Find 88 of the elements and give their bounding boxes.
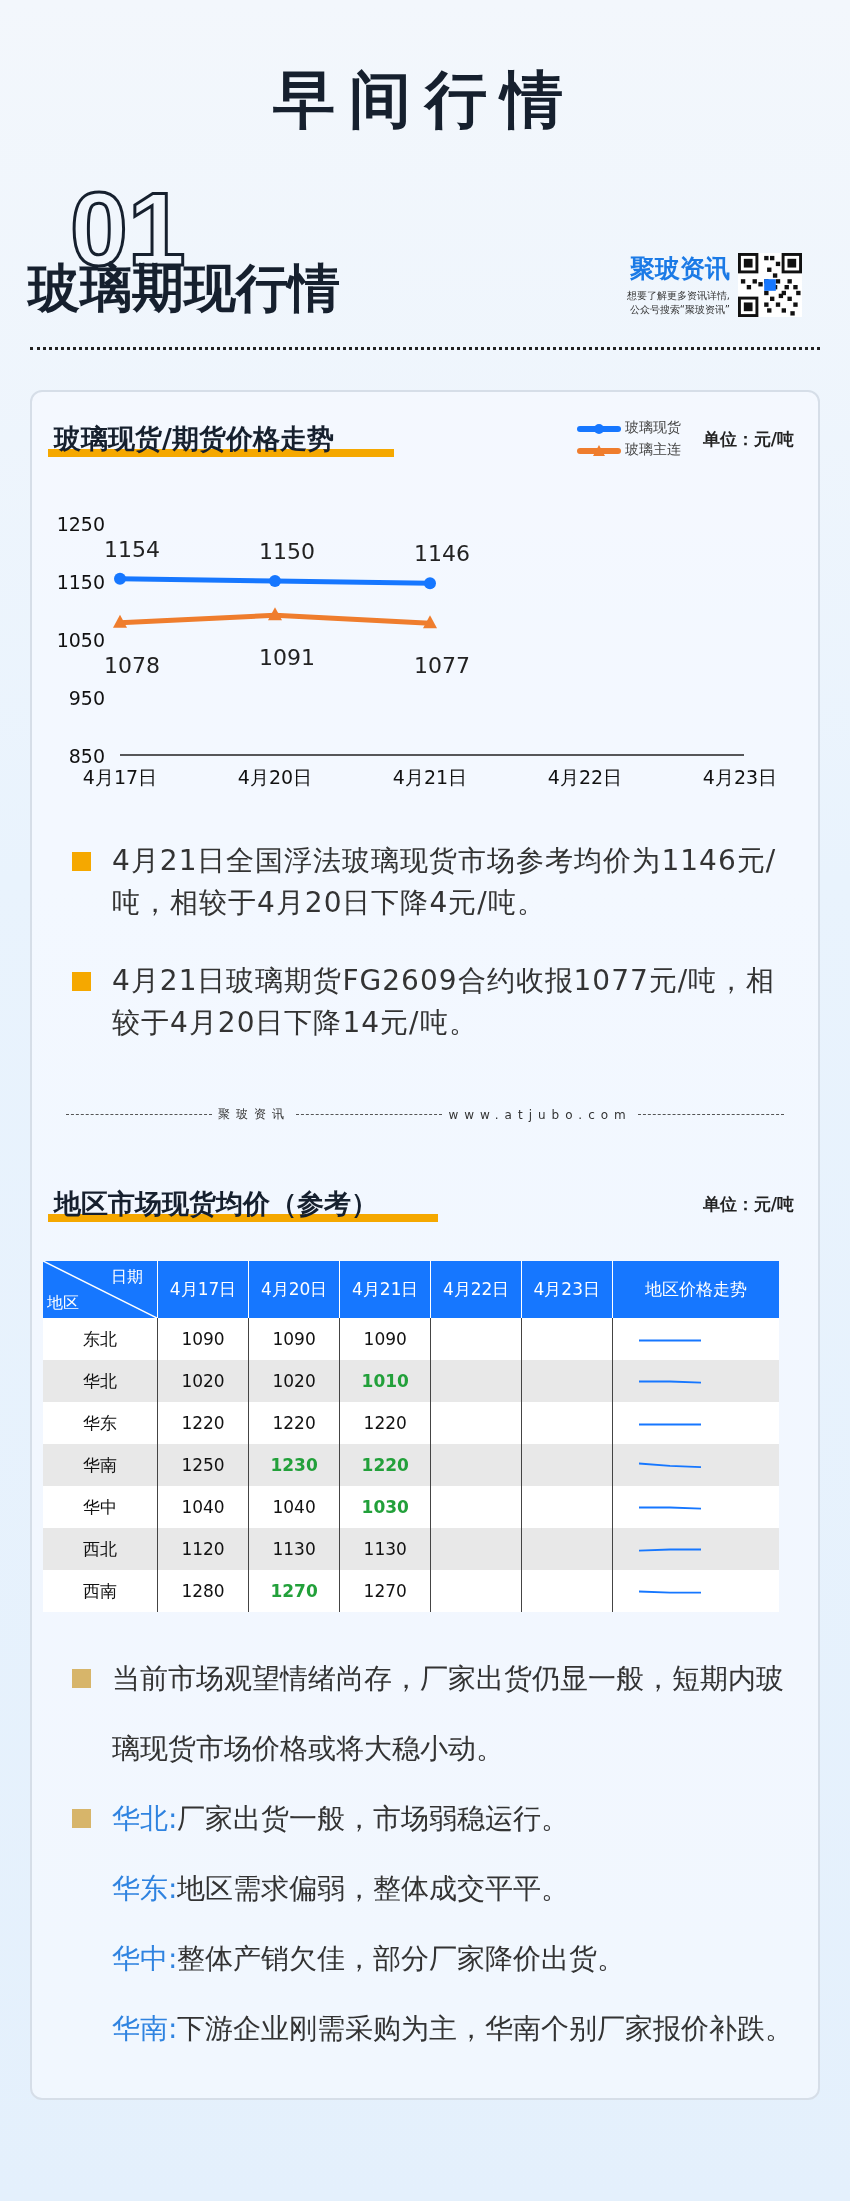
sparkline: [637, 1547, 702, 1552]
unit-label: 单位：元/吨: [702, 1192, 794, 1216]
x-tick-label: 4月23日: [702, 766, 778, 788]
column-header: 4月23日: [521, 1261, 613, 1318]
region-note: 华东:地区需求偏弱，整体成交平平。: [112, 1871, 570, 1907]
x-tick-label: 4月20日: [237, 766, 313, 788]
brand-name: 聚玻资讯: [630, 253, 730, 285]
data-point: [113, 614, 127, 628]
region-cell: 华中: [43, 1486, 158, 1528]
table-cell: 1040: [248, 1486, 340, 1528]
table-cell: 1130: [339, 1528, 431, 1570]
table-cell: 1130: [248, 1528, 340, 1570]
sparkline: [637, 1379, 702, 1384]
data-label: 1091: [259, 645, 315, 671]
region-cell: 西北: [43, 1528, 158, 1570]
sparkline: [637, 1505, 702, 1510]
data-point: [268, 607, 282, 621]
region-cell: 华东: [43, 1402, 158, 1444]
table-cell: 1030: [339, 1486, 431, 1528]
region-note: 华南:下游企业刚需采购为主，华南个别厂家报价补跌。: [112, 2011, 794, 2047]
table-cell: 1220: [248, 1402, 340, 1444]
table-cell: 1020: [157, 1360, 249, 1402]
y-tick-label: 850: [68, 745, 105, 767]
region-note: 华北:厂家出货一般，市场弱稳运行。: [112, 1801, 570, 1837]
data-label: 1154: [104, 536, 160, 562]
bullet-square: [72, 972, 91, 991]
table-cell: 1270: [339, 1570, 431, 1612]
region-cell: 华北: [43, 1360, 158, 1402]
legend-label: 玻璃主连: [624, 441, 681, 459]
table-cell: 1270: [248, 1570, 340, 1612]
table-cell: 1090: [339, 1318, 431, 1360]
region-cell: 东北: [43, 1318, 158, 1360]
data-label: 1150: [259, 539, 315, 564]
x-tick-label: 4月22日: [547, 766, 623, 788]
table-heading: 地区市场现货均价（参考）: [48, 1186, 438, 1222]
table-cell: 1090: [157, 1318, 249, 1360]
table-cell: 1220: [157, 1402, 249, 1444]
divider-site: www.atjubo.com: [448, 1107, 632, 1122]
table-cell: 1230: [248, 1444, 340, 1486]
summary-text: 4月21日玻璃期货FG2609合约收报1077元/吨，相较于4月20日下降14元/吨。: [112, 963, 777, 1041]
table-cell: 1090: [248, 1318, 340, 1360]
brand-tagline: 公众号搜索“聚玻资讯”: [629, 303, 730, 317]
sparkline: [637, 1339, 702, 1342]
column-header: 4月20日: [248, 1261, 340, 1318]
data-label: 1146: [414, 541, 470, 567]
bullet-square: [72, 1669, 91, 1688]
column-header: 4月21日: [339, 1261, 431, 1318]
y-tick-label: 1050: [56, 629, 105, 651]
table-cell: 1040: [157, 1486, 249, 1528]
region-cell: 华南: [43, 1444, 158, 1486]
table-cell: 1120: [157, 1528, 249, 1570]
data-label: 1078: [104, 652, 160, 678]
x-tick-label: 4月21日: [392, 766, 468, 788]
bullet-square: [72, 852, 91, 871]
divider-brand: 聚玻资讯: [218, 1106, 291, 1123]
sparkline: [637, 1461, 702, 1469]
y-tick-label: 1150: [56, 571, 105, 593]
corner-column-label: 日期: [111, 1267, 143, 1288]
y-tick-label: 1250: [56, 513, 105, 535]
y-tick-label: 950: [68, 687, 105, 709]
column-header: 地区价格走势: [612, 1261, 779, 1318]
outlook-text: 当前市场观望情绪尚存，厂家出货仍显一般，短期内玻璃现货市场价格或将大稳小动。: [112, 1661, 785, 1767]
page-title: 早间行情: [272, 62, 578, 138]
sparkline: [637, 1423, 702, 1426]
x-tick-label: 4月17日: [82, 766, 158, 788]
table-cell: 1020: [248, 1360, 340, 1402]
table-cell: 1280: [157, 1570, 249, 1612]
column-header: 4月22日: [430, 1261, 522, 1318]
brand-tagline: 想要了解更多资讯详情,: [626, 289, 730, 303]
data-point: [114, 572, 126, 585]
region-note: 华中:整体产销欠佳，部分厂家降价出货。: [112, 1941, 626, 1977]
sparkline: [637, 1589, 702, 1594]
data-point: [424, 577, 436, 590]
table-cell: 1220: [339, 1444, 431, 1486]
corner-row-label: 地区: [47, 1293, 79, 1314]
region-cell: 西南: [43, 1570, 158, 1612]
table-cell: 1010: [339, 1360, 431, 1402]
table-cell: 1220: [339, 1402, 431, 1444]
chart-heading: 玻璃现货/期货价格走势: [48, 421, 394, 457]
summary-text: 4月21日全国浮法玻璃现货市场参考均价为1146元/吨，相较于4月20日下降4元/吨。: [112, 843, 778, 921]
data-point: [423, 615, 437, 629]
table-cell: 1250: [157, 1444, 249, 1486]
column-header: 4月17日: [157, 1261, 249, 1318]
legend-label: 玻璃现货: [624, 419, 681, 437]
data-point: [269, 575, 281, 587]
unit-label: 单位：元/吨: [702, 427, 794, 451]
data-label: 1077: [414, 653, 470, 679]
qr-code-icon: [738, 252, 802, 317]
